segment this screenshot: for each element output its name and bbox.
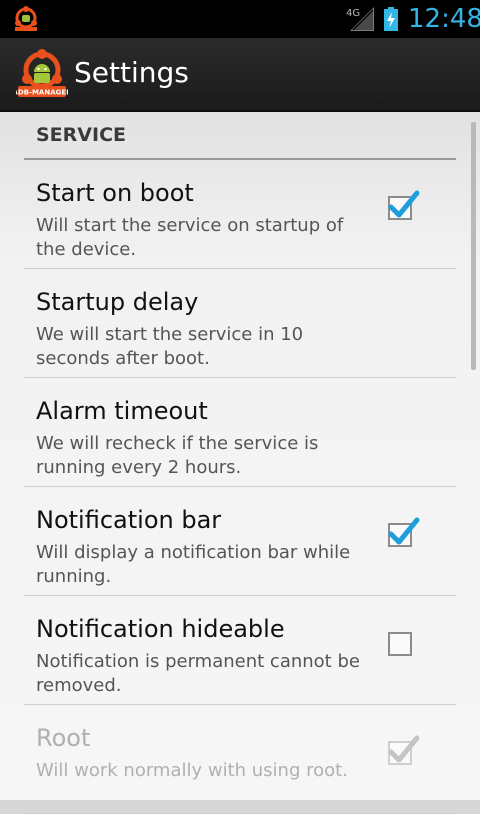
signal-icon: 4G [346,7,374,31]
status-bar: 4G 12:48 [0,0,480,38]
root-checkbox[interactable] [388,735,420,765]
pref-notification-hideable[interactable]: Notification hideable Notification is pe… [24,596,456,705]
pref-title: Startup delay [36,288,199,316]
pref-title: Root [36,724,91,752]
page-title: Settings [74,56,189,89]
checkmark-icon [388,517,420,545]
logo-caption: ADB-MANAGER [16,89,68,97]
pref-summary: Will work normally with using root. [36,760,348,781]
checkmark-icon [388,735,420,763]
pref-summary: Will display a notification bar while ru… [36,542,351,587]
pref-title: Start on boot [36,179,194,207]
pref-root[interactable]: Root Will work normally with using root. [24,705,456,814]
clock: 12:48 [408,4,480,34]
battery-charging-icon [384,7,398,31]
settings-list[interactable]: SERVICE Start on boot Will start the ser… [0,112,480,814]
adb-manager-logo-icon[interactable]: ADB-MANAGER [16,48,68,100]
start-on-boot-checkbox[interactable] [388,190,420,220]
notification-hideable-checkbox[interactable] [388,632,412,656]
pref-start-on-boot[interactable]: Start on boot Will start the service on … [24,160,456,269]
pref-notification-bar[interactable]: Notification bar Will display a notifica… [24,487,456,596]
pref-title: Notification hideable [36,615,285,643]
checkmark-icon [388,190,420,218]
pref-summary: We will start the service in 10 seconds … [36,324,304,369]
pref-startup-delay[interactable]: Startup delay We will start the service … [24,269,456,378]
section-header-service: SERVICE [24,120,456,160]
pref-title: Alarm timeout [36,397,208,425]
section-header-label: SERVICE [36,124,126,146]
scrollbar[interactable] [471,122,476,370]
pref-title: Notification bar [36,506,222,534]
pref-summary: Notification is permanent cannot be remo… [36,651,360,696]
network-type-label: 4G [346,8,360,19]
pref-alarm-timeout[interactable]: Alarm timeout We will recheck if the ser… [24,378,456,487]
pref-summary: Will start the service on startup of the… [36,215,344,260]
app-notification-icon [15,6,37,31]
notification-bar-checkbox[interactable] [388,517,420,547]
action-bar: ADB-MANAGER Settings [0,38,480,112]
pref-summary: We will recheck if the service is runnin… [36,433,319,478]
